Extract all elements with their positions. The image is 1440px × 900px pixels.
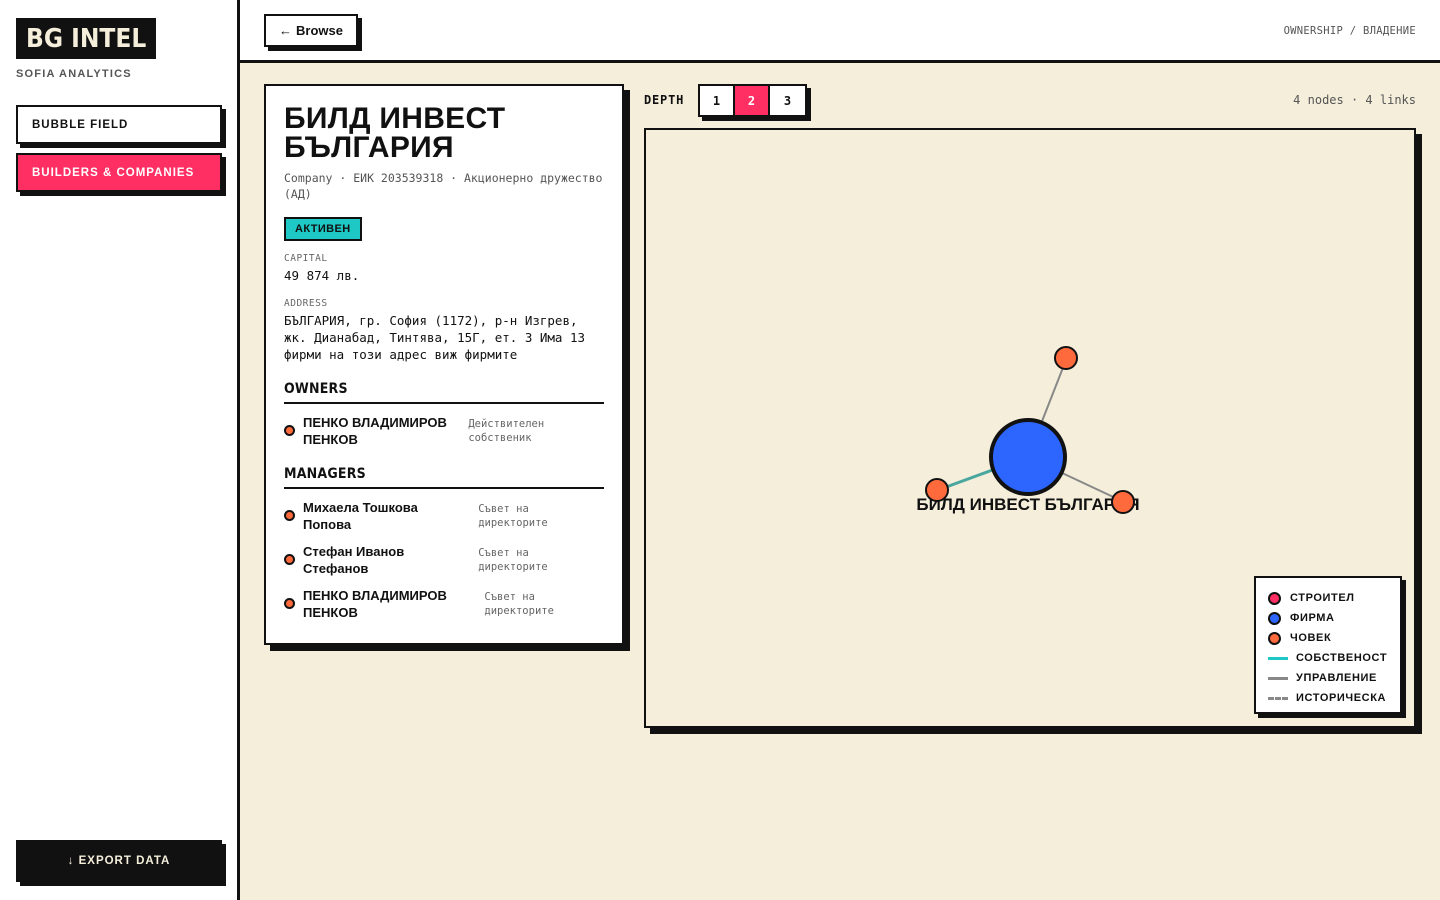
capital-label: CAPITAL: [284, 253, 328, 264]
manager-row[interactable]: Стефан Иванов Стефанов Съвет на директор…: [284, 543, 604, 577]
legend-item-historical: ИСТОРИЧЕСКА: [1268, 688, 1388, 708]
legend-item-builder: СТРОИТЕЛ: [1268, 588, 1388, 608]
company-detail-card: БИЛД ИНВЕСТ БЪЛГАРИЯ Company · ЕИК 20353…: [264, 84, 624, 645]
legend-label: УПРАВЛЕНИЕ: [1296, 672, 1377, 684]
browse-button[interactable]: ← Browse: [264, 14, 358, 47]
legend-label: ИСТОРИЧЕСКА: [1296, 692, 1387, 704]
manager-row[interactable]: Михаела Тошкова Попова Съвет на директор…: [284, 499, 604, 533]
manager-name[interactable]: Стефан Иванов Стефанов: [303, 543, 462, 577]
company-node-label: БИЛД ИНВЕСТ БЪЛГАРИЯ: [916, 495, 1139, 514]
company-node[interactable]: [989, 418, 1067, 496]
management-line-icon: [1268, 676, 1288, 680]
depth-option-2[interactable]: 2: [735, 86, 770, 115]
arrow-left-icon: ←: [279, 23, 292, 38]
network-graph[interactable]: БИЛД ИНВЕСТ БЪЛГАРИЯ СТРОИТЕЛ ФИРМА ЧОВЕ…: [644, 128, 1416, 728]
legend-label: ФИРМА: [1290, 612, 1335, 624]
depth-option-3[interactable]: 3: [770, 86, 805, 115]
person-dot-icon: [1268, 631, 1281, 645]
person-node[interactable]: [1111, 490, 1135, 514]
legend-item-management: УПРАВЛЕНИЕ: [1268, 668, 1388, 688]
app-subtitle: SOFIA ANALYTICS: [16, 68, 132, 80]
person-dot-icon: [284, 554, 295, 565]
manager-role: Съвет на директорите: [478, 547, 548, 573]
person-dot-icon: [284, 510, 295, 521]
browse-label: Browse: [296, 23, 343, 38]
owner-role: Действителен собственик: [468, 418, 545, 444]
legend-label: СТРОИТЕЛ: [1290, 592, 1355, 604]
person-node[interactable]: [925, 478, 949, 502]
nav-bubble-field[interactable]: BUBBLE FIELD: [16, 105, 222, 144]
nav-builders-companies[interactable]: BUILDERS & COMPANIES: [16, 153, 222, 192]
legend-item-ownership: СОБСТВЕНОСТ: [1268, 648, 1388, 668]
graph-legend: СТРОИТЕЛ ФИРМА ЧОВЕК СОБСТВЕНОСТ УПРАВЛЕ…: [1254, 576, 1402, 714]
manager-row[interactable]: ПЕНКО ВЛАДИМИРОВ ПЕНКОВ Съвет на директо…: [284, 587, 604, 621]
company-meta: Company · ЕИК 203539318 · Акционерно дру…: [284, 171, 603, 201]
legend-label: ЧОВЕК: [1290, 632, 1332, 644]
top-header: ← Browse OWNERSHIP / ВЛАДЕНИЕ: [240, 0, 1440, 63]
export-data-button[interactable]: ↓ EXPORT DATA: [16, 840, 222, 882]
address-value: БЪЛГАРИЯ, гр. София (1172), р-н Изгрев, …: [284, 313, 586, 362]
historical-line-icon: [1268, 696, 1288, 700]
status-badge: АКТИВЕН: [284, 217, 362, 241]
depth-option-1[interactable]: 1: [700, 86, 735, 115]
capital-value: 49 874 лв.: [284, 268, 360, 283]
person-dot-icon: [284, 598, 295, 609]
legend-item-company: ФИРМА: [1268, 608, 1388, 628]
manager-name[interactable]: Михаела Тошкова Попова: [303, 499, 462, 533]
ownership-line-icon: [1268, 656, 1288, 660]
nav-builders-companies-label: BUILDERS & COMPANIES: [32, 166, 195, 179]
owner-row[interactable]: ПЕНКО ВЛАДИМИРОВ ПЕНКОВ Действителен соб…: [284, 414, 604, 448]
graph-stats: 4 nodes · 4 links: [1293, 93, 1416, 107]
breadcrumb: OWNERSHIP / ВЛАДЕНИЕ: [1283, 25, 1416, 37]
manager-role: Съвет на директорите: [484, 591, 554, 617]
company-name: БИЛД ИНВЕСТ БЪЛГАРИЯ: [284, 102, 506, 164]
manager-role: Съвет на директорите: [478, 503, 548, 529]
manager-name[interactable]: ПЕНКО ВЛАДИМИРОВ ПЕНКОВ: [303, 587, 454, 621]
address-label: ADDRESS: [284, 298, 328, 309]
sidebar: BG INTEL SOFIA ANALYTICS BUBBLE FIELD BU…: [0, 0, 240, 900]
owners-title: OWNERS: [284, 381, 604, 404]
legend-item-person: ЧОВЕК: [1268, 628, 1388, 648]
depth-selector: 1 2 3: [698, 84, 807, 117]
person-dot-icon: [284, 425, 295, 436]
depth-label: DEPTH: [644, 93, 685, 107]
owner-name[interactable]: ПЕНКО ВЛАДИМИРОВ ПЕНКОВ: [303, 414, 452, 448]
company-dot-icon: [1268, 611, 1281, 625]
app-logo[interactable]: BG INTEL: [16, 18, 157, 59]
person-node[interactable]: [1054, 346, 1078, 370]
builder-dot-icon: [1268, 591, 1281, 605]
export-data-label: ↓ EXPORT DATA: [67, 855, 171, 867]
legend-label: СОБСТВЕНОСТ: [1296, 652, 1388, 664]
managers-title: MANAGERS: [284, 466, 604, 489]
nav-bubble-field-label: BUBBLE FIELD: [32, 118, 129, 131]
